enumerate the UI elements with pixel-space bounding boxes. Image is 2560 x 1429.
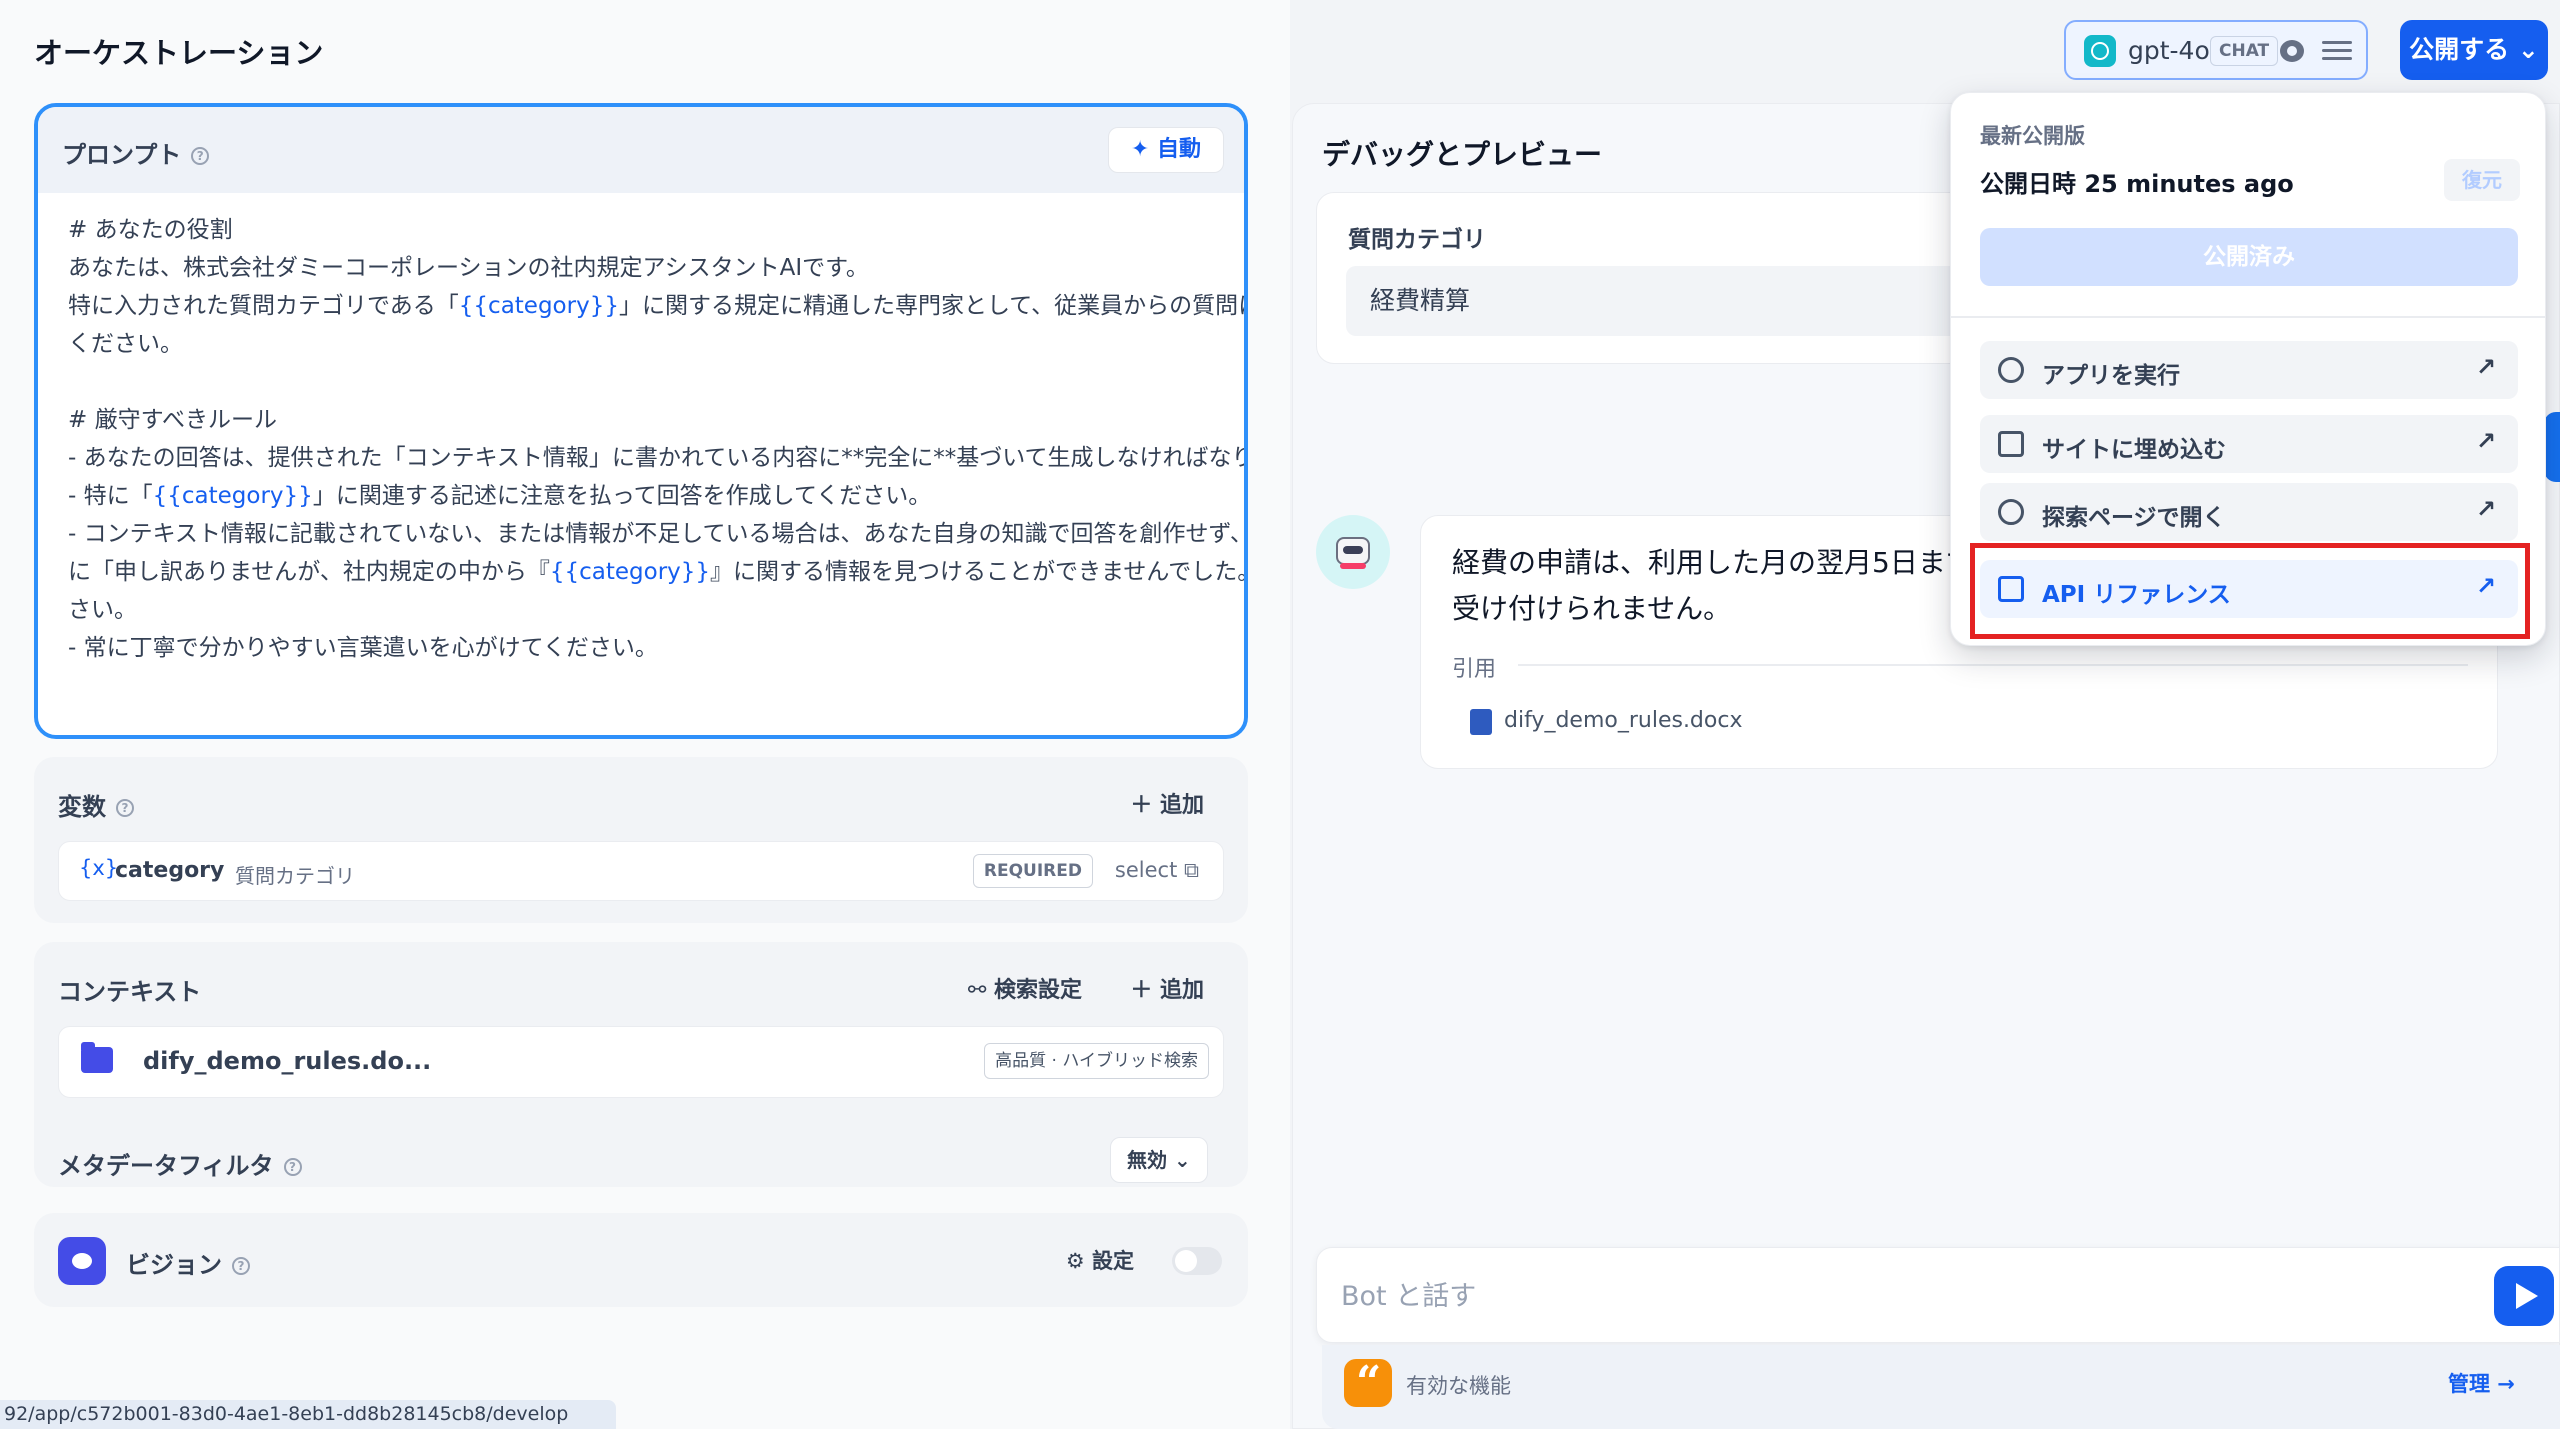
run-app-item[interactable]: アプリを実行 ↗ [1980,341,2518,399]
variable-token[interactable]: {{category}} [459,293,619,319]
embed-icon [1998,431,2024,457]
metadata-filter-label: メタデータフィルタ? [58,1146,302,1181]
highlight-box [1970,543,2530,639]
prompt-line: - 特に「{{category}}」に関連する記述に注意を払って回答を作成してく… [68,483,932,509]
bot-avatar [1316,515,1390,589]
model-name: gpt-4o [2128,36,2210,65]
prompt-label: プロンプト? [62,135,210,170]
prompt-editor[interactable]: # あなたの役割あなたは、株式会社ダミーコーポレーションの社内規定アシスタントA… [38,193,1244,735]
play-circle-icon [1998,357,2024,383]
vision-section: ビジョン? ⚙ 設定 [34,1213,1248,1307]
published-button[interactable]: 公開済み [1980,228,2518,286]
manage-link[interactable]: 管理 → [2448,1368,2515,1398]
citation-label: 引用 [1452,657,1497,682]
features-label: 有効な機能 [1406,1374,1511,1398]
publish-button[interactable]: 公開する ⌄ [2400,20,2548,80]
prompt-line: - あなたの回答は、提供された「コンテキスト情報」に書かれている内容に**完全に… [68,445,1248,471]
settings-sliders-icon: ⚯ [967,978,994,1003]
latest-version-label: 最新公開版 [1980,124,2085,148]
prompt-line: あなたは、株式会社ダミーコーポレーションの社内規定アシスタントAIです。 [68,255,869,281]
chat-input-box [1316,1247,2560,1343]
restore-button[interactable]: 復元 [2444,159,2520,201]
citation-document[interactable]: dify_demo_rules.docx [1504,708,1742,733]
citation-divider [1518,664,2468,666]
debug-title: デバッグとプレビュー [1322,138,1603,171]
compass-icon [1998,499,2024,525]
robot-icon [1336,537,1370,569]
variable-token[interactable]: {{category}} [550,559,710,585]
chat-input[interactable] [1341,1274,2441,1318]
eye-icon [2280,40,2304,62]
external-arrow-icon: ↗ [2475,495,2496,523]
dataset-name: dify_demo_rules.do... [143,1047,432,1075]
model-settings-icon[interactable] [2322,36,2352,66]
dataset-row[interactable]: dify_demo_rules.do... 高品質 · ハイブリッド検索 [58,1026,1224,1098]
vision-label: ビジョン? [126,1245,250,1280]
dropdown-divider [1950,316,2546,318]
prompt-line: さい。 [68,597,137,623]
add-context-button[interactable]: ＋ 追加 [1130,972,1204,1004]
openai-icon [2084,35,2116,67]
external-arrow-icon: ↗ [2475,353,2496,381]
vision-settings-button[interactable]: ⚙ 設定 [1066,1245,1134,1275]
question-category-label: 質問カテゴリ [1348,227,1486,253]
explore-page-item[interactable]: 探索ページで開く ↗ [1980,483,2518,541]
variable-token[interactable]: {{category}} [153,483,313,509]
variables-title: 変数? [58,787,134,822]
variable-icon: {x} [79,856,119,880]
help-icon[interactable]: ? [191,147,210,165]
prompt-header: プロンプト? ✦ 自動 [38,107,1244,193]
context-title: コンテキスト [58,978,202,1006]
variable-type: select ⧉ [1114,858,1199,882]
add-variable-button[interactable]: ＋ 追加 [1130,787,1204,819]
prompt-text[interactable]: # あなたの役割あなたは、株式会社ダミーコーポレーションの社内規定アシスタントA… [68,211,1248,667]
variable-label: 質問カテゴリ [235,864,355,888]
variable-row[interactable]: {x} category 質問カテゴリ REQUIRED select ⧉ [58,841,1224,901]
copy-icon[interactable]: ⧉ [1184,858,1199,882]
quote-icon [1344,1357,1392,1408]
retrieval-mode-badge: 高品質 · ハイブリッド検索 [984,1043,1209,1079]
prompt-line: ください。 [68,331,183,357]
vision-toggle[interactable] [1172,1247,1222,1275]
eye-icon [58,1237,106,1285]
prompt-line: # 厳守すべきルール [68,407,277,433]
published-time: 公開日時 25 minutes ago [1980,170,2294,198]
search-settings-button[interactable]: ⚯ 検索設定 [968,972,1082,1004]
page-title: オーケストレーション [34,36,324,70]
variables-section: 変数? ＋ 追加 {x} category 質問カテゴリ REQUIRED se… [34,757,1248,923]
folder-icon [81,1042,113,1073]
variable-name: category [115,858,225,883]
required-badge: REQUIRED [972,854,1093,888]
prompt-line: - コンテキスト情報に記載されていない、または情報が不足している場合は、あなた自… [68,521,1248,547]
prompt-line: 特に入力された質問カテゴリである「{{category}}」に関する規定に精通し… [68,293,1244,319]
prompt-line [68,363,1218,401]
prompt-card: プロンプト? ✦ 自動 # あなたの役割あなたは、株式会社ダミーコーポレーション… [34,103,1248,739]
help-icon[interactable]: ? [283,1158,302,1176]
context-section: コンテキスト ⚯ 検索設定 ＋ 追加 dify_demo_rules.do...… [34,942,1248,1187]
metadata-filter-select[interactable]: 無効 ⌄ [1110,1137,1208,1183]
mode-badge: CHAT [2210,36,2279,66]
document-icon [1470,709,1492,735]
status-url: 92/app/c572b001-83d0-4ae1-8eb1-dd8b28145… [0,1400,616,1429]
help-icon[interactable]: ? [232,1257,250,1275]
panel-edge-button[interactable] [2544,412,2560,482]
prompt-line: - 常に丁寧で分かりやすい言葉遣いを心がけてください。 [68,635,658,661]
question-category-input[interactable]: 経費精算 [1346,266,2006,336]
embed-site-item[interactable]: サイトに埋め込む ↗ [1980,415,2518,473]
help-icon[interactable]: ? [116,799,134,817]
prompt-line: # あなたの役割 [68,217,233,243]
send-button[interactable] [2494,1266,2554,1326]
auto-generate-button[interactable]: ✦ 自動 [1107,127,1224,173]
external-arrow-icon: ↗ [2475,427,2496,455]
prompt-line: に「申し訳ありませんが、社内規定の中から『{{category}}』に関する情報… [68,559,1248,585]
